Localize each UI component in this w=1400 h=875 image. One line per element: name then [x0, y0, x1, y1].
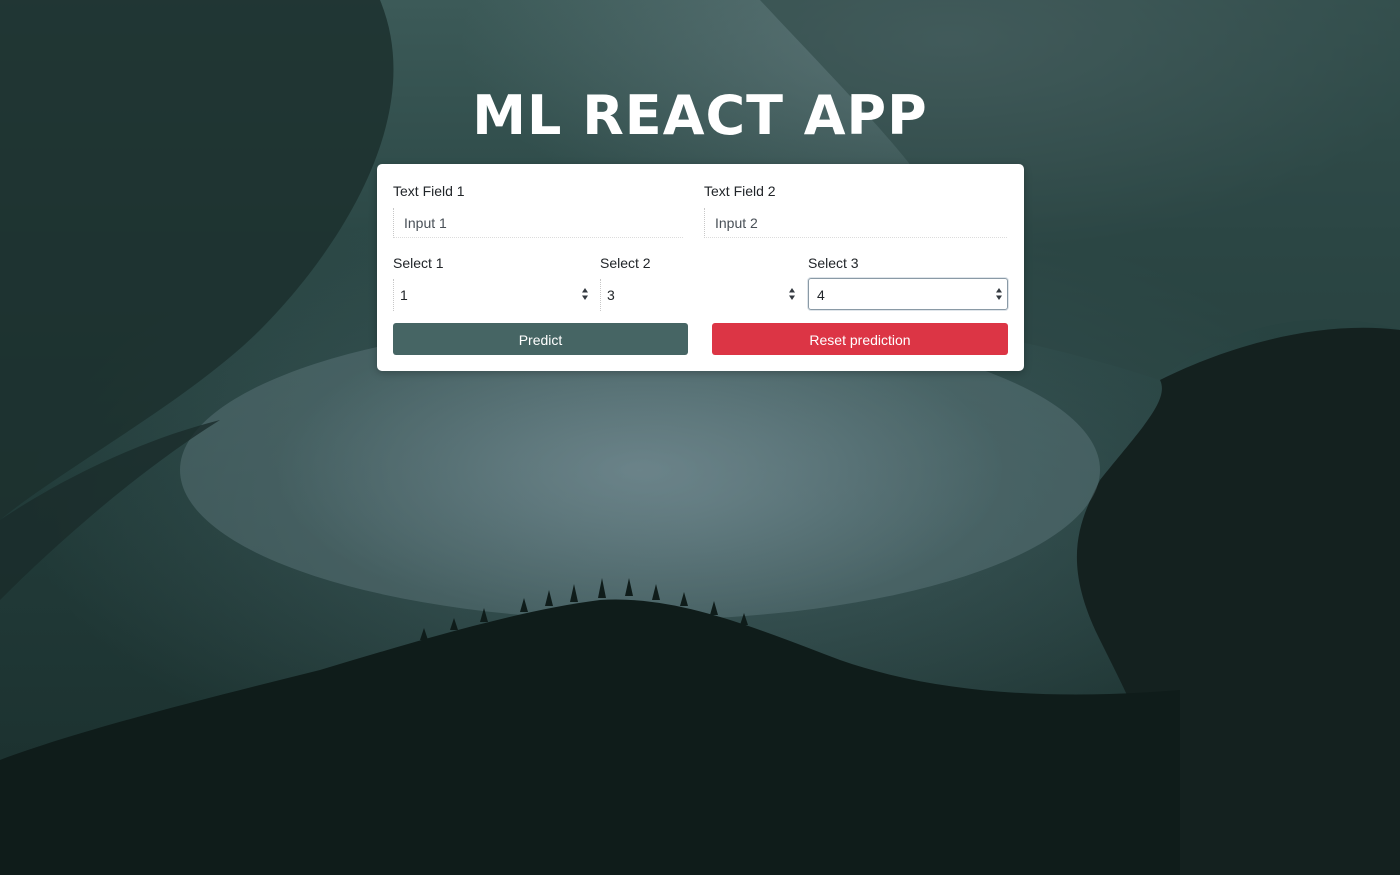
select-1-dropdown[interactable]: 1: [393, 279, 593, 311]
select-2-dropdown[interactable]: 3: [600, 279, 800, 311]
predict-button[interactable]: Predict: [393, 323, 688, 355]
select-2-value: 3: [607, 287, 615, 303]
page-title: ML REACT APP: [472, 84, 928, 147]
sort-arrows-icon: [582, 288, 588, 300]
text-field-2-label: Text Field 2: [704, 183, 776, 199]
text-field-1-label: Text Field 1: [393, 183, 465, 199]
sort-arrows-icon: [789, 288, 795, 300]
prediction-form-card: Text Field 1 Text Field 2 Select 1 1 Sel…: [377, 164, 1024, 371]
select-3-value: 4: [817, 287, 825, 303]
select-1-label: Select 1: [393, 255, 444, 271]
select-1-value: 1: [400, 287, 408, 303]
reset-prediction-button[interactable]: Reset prediction: [712, 323, 1008, 355]
text-field-2-input[interactable]: [704, 208, 1007, 238]
select-3-dropdown[interactable]: 4: [808, 278, 1008, 310]
select-3-label: Select 3: [808, 255, 859, 271]
text-field-1-input[interactable]: [393, 208, 683, 238]
sort-arrows-icon: [996, 288, 1002, 300]
select-2-label: Select 2: [600, 255, 651, 271]
